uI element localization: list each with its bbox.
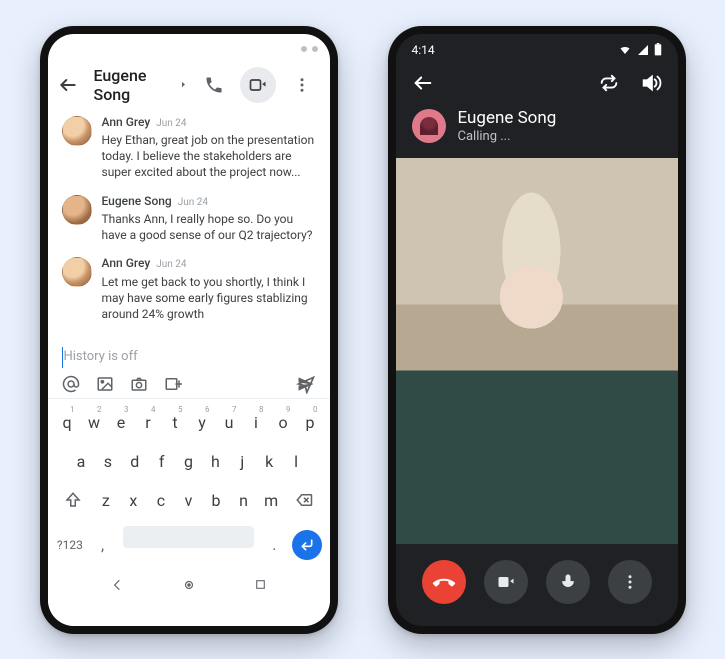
avatar[interactable] — [62, 195, 92, 225]
key-h[interactable]: h — [202, 444, 229, 479]
status-bar: 4:14 — [396, 34, 678, 62]
message-input[interactable]: History is off — [62, 347, 316, 368]
add-media-icon[interactable] — [164, 375, 182, 393]
send-button[interactable] — [296, 374, 316, 394]
switch-camera-icon[interactable] — [598, 72, 620, 94]
speaker-icon[interactable] — [640, 72, 662, 94]
enter-key[interactable] — [291, 522, 324, 568]
key-u[interactable]: u7 — [216, 405, 243, 440]
message-list: Ann Grey Jun 24 Hey Ethan, great job on t… — [48, 114, 330, 341]
keyboard: q1w2e3r4t5y6u7i8o9p0 asdfghjkl zxcvbnm ?… — [48, 398, 330, 626]
voice-call-button[interactable] — [196, 67, 232, 103]
chevron-right-icon — [179, 80, 188, 89]
avatar[interactable] — [62, 257, 92, 287]
camera-icon[interactable] — [130, 375, 148, 393]
key-o[interactable]: o9 — [270, 405, 297, 440]
caller-name: Eugene Song — [458, 108, 557, 128]
hangup-button[interactable] — [422, 560, 466, 604]
key-k[interactable]: k — [256, 444, 283, 479]
android-navbar — [52, 570, 326, 602]
call-controls — [396, 544, 678, 626]
caller-status: Calling ... — [458, 129, 557, 144]
key-b[interactable]: b — [202, 483, 230, 518]
comma-key[interactable]: , — [86, 522, 119, 568]
key-f[interactable]: f — [148, 444, 175, 479]
key-v[interactable]: v — [175, 483, 203, 518]
message-item: Ann Grey Jun 24 Hey Ethan, great job on t… — [62, 114, 316, 181]
message-time: Jun 24 — [156, 259, 186, 270]
key-d[interactable]: d — [121, 444, 148, 479]
mention-icon[interactable] — [62, 375, 80, 393]
video-call-button[interactable] — [240, 67, 276, 103]
spacebar-key[interactable] — [123, 526, 254, 548]
message-sender: Eugene Song — [102, 194, 172, 208]
compose-area: History is off — [48, 341, 330, 398]
key-m[interactable]: m — [257, 483, 285, 518]
battery-icon — [654, 43, 662, 56]
message-item: Ann Grey Jun 24 Let me get back to you sh… — [62, 255, 316, 322]
key-q[interactable]: q1 — [54, 405, 81, 440]
chat-header: Eugene Song — [48, 60, 330, 114]
signal-icon — [637, 44, 649, 56]
key-t[interactable]: t5 — [162, 405, 189, 440]
key-r[interactable]: r4 — [135, 405, 162, 440]
key-l[interactable]: l — [283, 444, 310, 479]
call-header — [396, 62, 678, 102]
message-time: Jun 24 — [178, 197, 208, 208]
message-item: Eugene Song Jun 24 Thanks Ann, I really h… — [62, 193, 316, 244]
phone-frame-right: 4:14 Eugene Song — [388, 26, 686, 634]
caller-info: Eugene Song Calling ... — [396, 102, 678, 158]
avatar[interactable] — [62, 116, 92, 146]
contact-name: Eugene Song — [94, 66, 175, 104]
key-c[interactable]: c — [147, 483, 175, 518]
toggle-video-button[interactable] — [484, 560, 528, 604]
nav-home-icon[interactable] — [182, 578, 196, 592]
key-s[interactable]: s — [94, 444, 121, 479]
key-a[interactable]: a — [68, 444, 95, 479]
key-w[interactable]: w2 — [81, 405, 108, 440]
chat-screen: Eugene Song Ann GreyJun 24 Hey Ethan, g — [48, 34, 330, 626]
key-g[interactable]: g — [175, 444, 202, 479]
key-i[interactable]: i8 — [243, 405, 270, 440]
contact-title[interactable]: Eugene Song — [94, 66, 188, 104]
status-bar — [48, 34, 330, 60]
nav-recent-icon[interactable] — [254, 578, 267, 591]
message-text: Let me get back to you shortly, I think … — [102, 274, 316, 323]
message-text: Hey Ethan, great job on the presentation… — [102, 132, 316, 181]
key-e[interactable]: e3 — [108, 405, 135, 440]
message-time: Jun 24 — [156, 118, 186, 129]
key-z[interactable]: z — [92, 483, 120, 518]
shift-key[interactable] — [54, 483, 93, 518]
key-p[interactable]: p0 — [297, 405, 324, 440]
phone-frame-left: Eugene Song Ann GreyJun 24 Hey Ethan, g — [40, 26, 338, 634]
toggle-mic-button[interactable] — [546, 560, 590, 604]
key-n[interactable]: n — [230, 483, 258, 518]
back-arrow-icon[interactable] — [58, 75, 86, 95]
back-arrow-icon[interactable] — [412, 72, 434, 94]
backspace-key[interactable] — [285, 483, 324, 518]
status-time: 4:14 — [412, 43, 435, 57]
caller-avatar — [412, 109, 446, 143]
message-sender: Ann Grey — [102, 115, 151, 129]
call-overflow-button[interactable] — [608, 560, 652, 604]
video-feed — [396, 158, 678, 544]
message-sender: Ann Grey — [102, 256, 151, 270]
nav-back-icon[interactable] — [110, 578, 124, 592]
period-key[interactable]: . — [258, 522, 291, 568]
video-call-screen: 4:14 Eugene Song — [396, 34, 678, 626]
key-x[interactable]: x — [120, 483, 148, 518]
key-j[interactable]: j — [229, 444, 256, 479]
message-text: Thanks Ann, I really hope so. Do you hav… — [102, 211, 316, 243]
symbols-key[interactable]: ?123 — [54, 522, 87, 568]
wifi-icon — [618, 44, 632, 56]
overflow-menu-button[interactable] — [284, 67, 320, 103]
image-icon[interactable] — [96, 375, 114, 393]
key-y[interactable]: y6 — [189, 405, 216, 440]
